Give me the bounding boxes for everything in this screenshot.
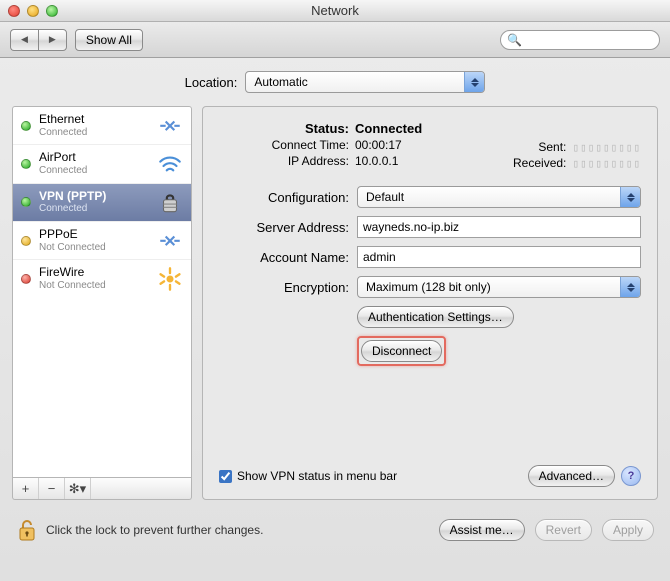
lock-icon [157, 191, 183, 213]
connect-time-value: 00:00:17 [355, 138, 402, 152]
configuration-popup[interactable]: Default [357, 186, 641, 208]
ip-address-value: 10.0.0.1 [355, 154, 398, 168]
back-button[interactable]: ◀ [10, 29, 38, 51]
encryption-popup[interactable]: Maximum (128 bit only) [357, 276, 641, 298]
bottom-bar: Click the lock to prevent further change… [0, 510, 670, 542]
revert-button[interactable]: Revert [535, 519, 592, 541]
service-item-airport[interactable]: AirPort Connected [13, 145, 191, 183]
ethernet-icon [157, 230, 183, 252]
service-list: Ethernet Connected AirPort Connected [12, 106, 192, 478]
received-label: Received: [510, 156, 566, 170]
sent-bars-icon: ▯▯▯▯▯▯▯▯▯ [572, 141, 641, 154]
service-item-firewire[interactable]: FireWire Not Connected [13, 260, 191, 297]
search-icon: 🔍 [507, 33, 522, 47]
location-label: Location: [185, 75, 238, 90]
show-menubar-checkbox[interactable]: Show VPN status in menu bar [219, 469, 397, 483]
status-label: Status: [219, 121, 349, 136]
chevron-updown-icon [620, 187, 640, 207]
lock-text: Click the lock to prevent further change… [46, 523, 263, 537]
help-button[interactable]: ? [621, 466, 641, 486]
firewire-icon [157, 268, 183, 290]
show-all-button[interactable]: Show All [75, 29, 143, 51]
window-title: Network [0, 3, 670, 18]
add-service-button[interactable]: + [13, 478, 39, 499]
nav-segment: ◀ ▶ [10, 29, 67, 51]
advanced-button[interactable]: Advanced… [528, 465, 615, 487]
location-popup[interactable]: Automatic [245, 71, 485, 93]
status-value: Connected [355, 121, 422, 136]
status-dot-icon [21, 197, 31, 207]
wifi-icon [157, 153, 183, 175]
received-bars-icon: ▯▯▯▯▯▯▯▯▯ [572, 157, 641, 170]
disconnect-highlight: Disconnect [357, 336, 446, 366]
account-name-label: Account Name: [219, 250, 349, 265]
details-pane: Status: Connected Connect Time: 00:00:17… [202, 106, 658, 500]
chevron-updown-icon [464, 72, 484, 92]
forward-button[interactable]: ▶ [38, 29, 67, 51]
remove-service-button[interactable]: − [39, 478, 65, 499]
show-menubar-input[interactable] [219, 470, 232, 483]
lock-area[interactable]: Click the lock to prevent further change… [16, 518, 263, 542]
service-item-vpn[interactable]: VPN (PPTP) Connected [13, 184, 191, 222]
location-value: Automatic [246, 75, 315, 89]
service-list-footer: + − ✻▾ [12, 478, 192, 500]
encryption-label: Encryption: [219, 280, 349, 295]
chevron-updown-icon [620, 277, 640, 297]
titlebar: Network [0, 0, 670, 22]
service-actions-menu[interactable]: ✻▾ [65, 478, 91, 499]
connect-time-label: Connect Time: [219, 138, 349, 152]
disconnect-button[interactable]: Disconnect [361, 340, 442, 362]
apply-button[interactable]: Apply [602, 519, 654, 541]
assist-me-button[interactable]: Assist me… [439, 519, 525, 541]
configuration-label: Configuration: [219, 190, 349, 205]
service-item-pppoe[interactable]: PPPoE Not Connected [13, 222, 191, 260]
status-dot-icon [21, 236, 31, 246]
ethernet-icon [157, 115, 183, 137]
toolbar: ◀ ▶ Show All 🔍 [0, 22, 670, 58]
ip-address-label: IP Address: [219, 154, 349, 168]
account-name-field[interactable] [357, 246, 641, 268]
sent-label: Sent: [510, 140, 566, 154]
unlocked-lock-icon [16, 518, 38, 542]
location-row: Location: Automatic [0, 58, 670, 106]
search-field[interactable]: 🔍 [500, 30, 660, 50]
server-address-field[interactable] [357, 216, 641, 238]
search-input[interactable] [526, 34, 668, 46]
status-dot-icon [21, 159, 31, 169]
status-dot-icon [21, 274, 31, 284]
authentication-settings-button[interactable]: Authentication Settings… [357, 306, 514, 328]
service-item-ethernet[interactable]: Ethernet Connected [13, 107, 191, 145]
server-address-label: Server Address: [219, 220, 349, 235]
status-dot-icon [21, 121, 31, 131]
